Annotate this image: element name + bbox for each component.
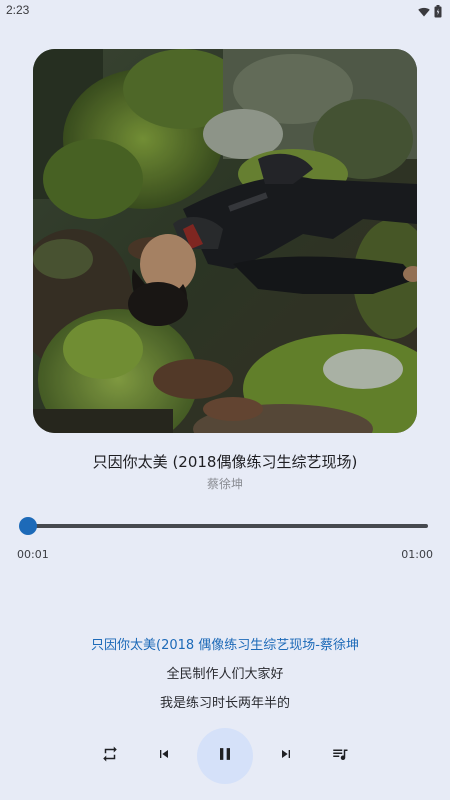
current-time: 00:01 [17,548,49,561]
previous-button[interactable] [136,728,192,784]
artist-name[interactable]: 蔡徐坤 [0,475,450,492]
playlist-icon [331,745,349,767]
lyrics-panel[interactable]: 只因你太美(2018 偶像练习生综艺现场-蔡徐坤 全民制作人们大家好 我是练习时… [0,636,450,723]
skip-previous-icon [156,746,172,766]
album-cover-image [33,49,417,433]
next-button[interactable] [258,728,314,784]
playlist-button[interactable] [312,728,368,784]
pause-icon [215,744,235,768]
lyric-line[interactable]: 全民制作人们大家好 [0,665,450,694]
song-title: 只因你太美 (2018偶像练习生综艺现场) [92,453,358,471]
playback-controls [0,728,450,784]
skip-next-icon [278,746,294,766]
wifi-icon [418,3,430,22]
battery-icon [434,3,442,22]
repeat-icon [101,745,119,767]
lyric-line-current[interactable]: 只因你太美(2018 偶像练习生综艺现场-蔡徐坤 [0,636,450,665]
status-time: 2:23 [6,3,30,17]
repeat-button[interactable] [82,728,138,784]
status-bar: 2:23 [0,0,450,20]
album-cover [33,49,417,433]
status-icons [418,3,442,22]
play-pause-button[interactable] [197,728,253,784]
progress-thumb[interactable] [19,517,37,535]
total-time: 01:00 [401,548,433,561]
progress-track[interactable] [28,524,428,528]
lyric-line[interactable]: 我是练习时长两年半的 [0,694,450,723]
